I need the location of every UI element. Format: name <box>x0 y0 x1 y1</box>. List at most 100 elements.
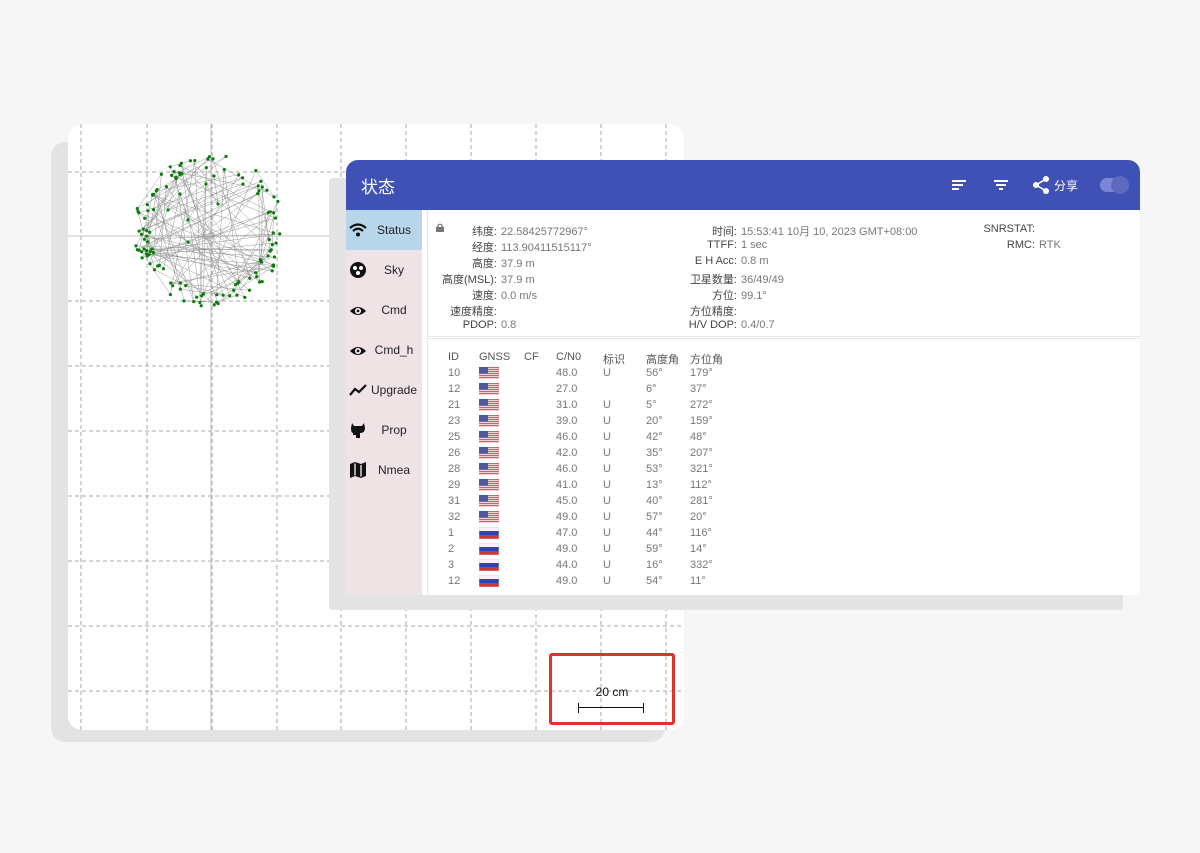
sidebar-item-label: Upgrade <box>370 383 418 397</box>
table-cell-azim: 48° <box>690 431 707 443</box>
table-cell-id: 26 <box>448 447 461 459</box>
status-field-label: 高度: <box>471 258 497 270</box>
table-cell-elev: 44° <box>646 527 663 539</box>
table-cell-cn0: 49.0 <box>556 575 578 587</box>
track-point <box>139 232 144 236</box>
status-field-value: 15:53:41 10月 10, 2023 GMT+08:00 <box>741 226 918 238</box>
us-flag-icon <box>479 414 499 427</box>
track-point <box>257 280 262 284</box>
track-point <box>272 195 276 199</box>
track-point <box>273 216 278 220</box>
sort-icon[interactable] <box>951 179 966 191</box>
track-point <box>247 288 252 292</box>
divider <box>427 338 1140 339</box>
toggle-switch[interactable] <box>1100 176 1129 194</box>
table-cell-elev: 16° <box>646 559 663 571</box>
table-header[interactable]: ID <box>448 351 459 363</box>
scale-label: 20 cm <box>595 685 629 699</box>
sidebar-item-cmd[interactable]: Cmd <box>346 290 422 330</box>
track-point <box>148 230 152 234</box>
track-point <box>243 295 247 299</box>
github-icon <box>351 423 365 438</box>
ru-flag-icon <box>478 526 500 540</box>
table-header[interactable]: 标识 <box>603 351 625 367</box>
table-header[interactable]: GNSS <box>479 351 510 363</box>
table-cell-elev: 42° <box>646 431 663 443</box>
status-field-label: SNRSTAT: <box>983 223 1035 235</box>
table-cell-id: 28 <box>448 463 461 475</box>
track-point <box>267 238 271 242</box>
track-point <box>255 275 259 279</box>
sidebar-item-nmea[interactable]: Nmea <box>346 450 422 490</box>
track-point <box>186 218 190 222</box>
table-header[interactable]: 方位角 <box>690 351 723 367</box>
table-cell-azim: 281° <box>690 495 713 507</box>
table-cell-cn0: 46.0 <box>556 463 578 475</box>
status-field: SNRSTAT: <box>967 223 1039 235</box>
table-cell-id: 3 <box>448 559 455 571</box>
app-bar: 状态 分享 <box>346 160 1140 210</box>
sidebar-item-label: Sky <box>383 263 404 277</box>
track-point <box>142 237 146 241</box>
track-point <box>228 294 232 298</box>
table-cell-id: 32 <box>448 511 461 523</box>
track-point <box>256 184 260 188</box>
track-point <box>260 280 264 284</box>
status-field-value: 0.0 m/s <box>501 290 538 302</box>
track-point <box>171 284 175 288</box>
us-flag-icon <box>479 430 499 443</box>
track-point <box>188 159 192 163</box>
sidebar-item-sky[interactable]: Sky <box>346 250 422 290</box>
track-point <box>186 240 190 244</box>
sidebar-item-prop[interactable]: Prop <box>346 410 422 450</box>
track-point <box>272 211 276 215</box>
table-cell-cn0: 44.0 <box>556 559 578 571</box>
status-field-value: 0.8 <box>501 319 517 331</box>
status-field-label: 方位: <box>711 290 737 302</box>
ru-flag-icon <box>478 558 500 572</box>
track-point <box>141 227 145 231</box>
track-point <box>198 300 202 305</box>
table-header[interactable]: C/N0 <box>556 351 581 363</box>
table-cell-id: 23 <box>448 415 461 427</box>
ru-flag-icon <box>478 574 500 588</box>
track-point <box>135 248 139 252</box>
table-cell-flag: U <box>603 447 611 459</box>
table-header[interactable]: 高度角 <box>646 351 679 367</box>
track-point <box>156 264 160 268</box>
track-point <box>256 192 260 196</box>
table-cell-cn0: 45.0 <box>556 495 578 507</box>
track-point <box>260 260 264 264</box>
track-point <box>268 210 272 214</box>
track-point <box>174 175 178 179</box>
table-cell-flag: U <box>603 463 611 475</box>
sidebar-item-label: Prop <box>381 423 407 437</box>
status-field-value: 1 sec <box>741 239 768 251</box>
table-cell-cn0: 39.0 <box>556 415 578 427</box>
track-point <box>145 203 149 207</box>
eye-icon <box>350 307 366 315</box>
filter-icon[interactable] <box>993 179 1008 191</box>
us-flag-icon <box>479 382 499 395</box>
table-cell-cn0: 48.0 <box>556 367 578 379</box>
table-cell-azim: 207° <box>690 447 713 459</box>
sidebar-item-status[interactable]: Status <box>346 210 422 250</box>
track-point <box>270 269 274 273</box>
table-header[interactable]: CF <box>524 351 539 363</box>
table-cell-cn0: 49.0 <box>556 511 578 523</box>
share-label: 分享 <box>1053 178 1078 193</box>
sidebar-item-upgrade[interactable]: Upgrade <box>346 370 422 410</box>
track-point <box>193 159 197 163</box>
table-cell-elev: 5° <box>646 399 657 411</box>
scale-bar <box>578 703 644 713</box>
table-cell-flag: U <box>603 575 611 587</box>
us-flag-icon <box>479 478 499 491</box>
status-field-label: 时间: <box>711 226 737 238</box>
table-cell-flag: U <box>603 479 611 491</box>
status-field-label: 高度(MSL): <box>442 274 497 286</box>
share-button[interactable]: 分享 <box>1032 175 1078 195</box>
track-point <box>195 295 199 299</box>
sidebar-item-cmd-h[interactable]: Cmd_h <box>346 330 422 370</box>
track-point <box>159 172 163 176</box>
track-point <box>200 294 204 298</box>
